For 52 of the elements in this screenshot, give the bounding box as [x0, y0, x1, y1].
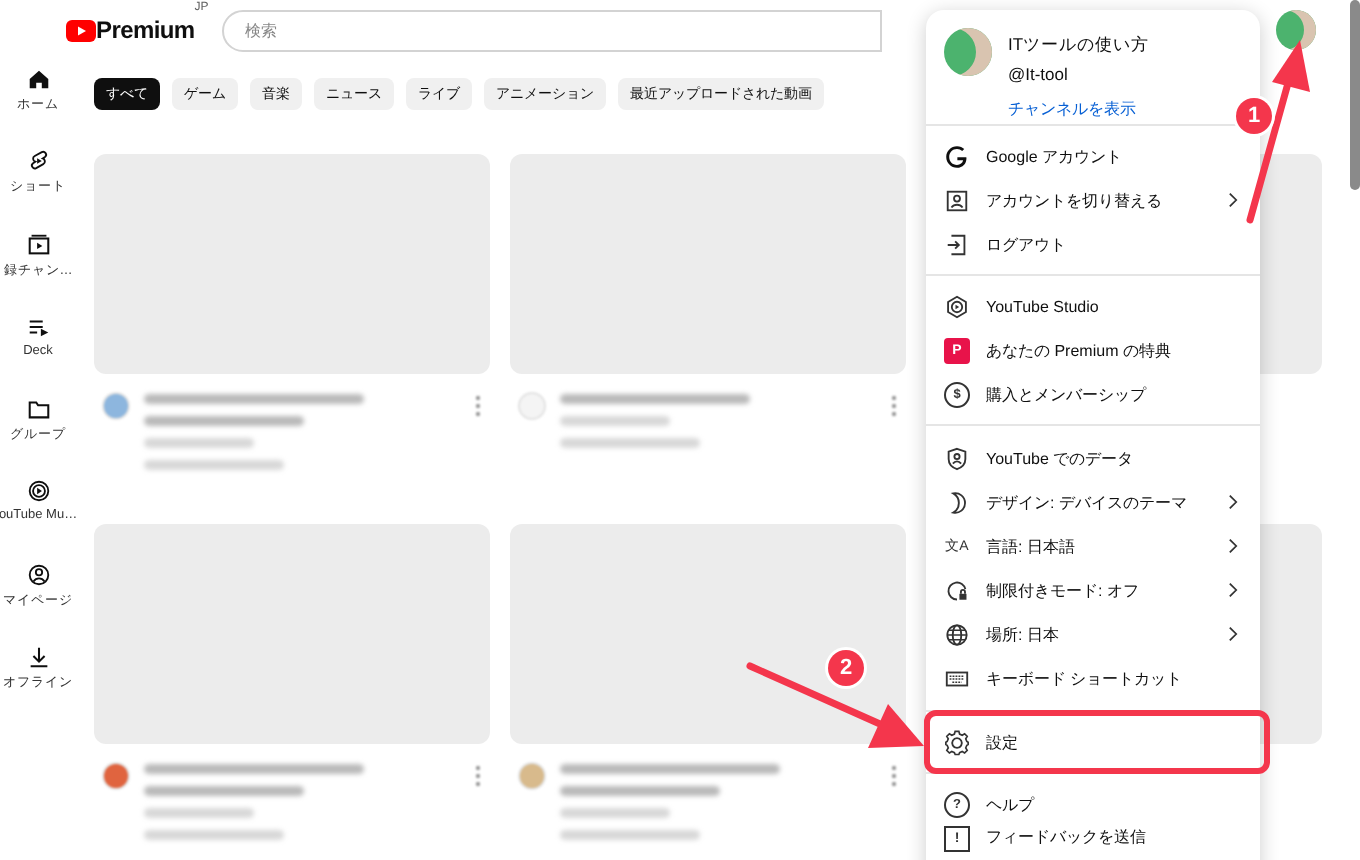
- avatar[interactable]: [944, 28, 992, 76]
- logo-text[interactable]: Premium: [96, 16, 195, 44]
- google-icon: [944, 143, 970, 169]
- more-icon[interactable]: [474, 764, 482, 788]
- music-icon: [25, 478, 51, 505]
- more-icon[interactable]: [474, 394, 482, 418]
- menu-item[interactable]: ログアウト: [926, 222, 1260, 266]
- settings-icon: [944, 729, 970, 755]
- channel-avatar[interactable]: [104, 394, 128, 418]
- channel-name: ITツールの使い方: [1008, 34, 1150, 58]
- shorts-icon: [25, 148, 51, 175]
- menu-item[interactable]: アカウントを切り替える: [926, 178, 1260, 222]
- logout-icon: [944, 231, 970, 257]
- menu-item[interactable]: 制限付きモード: オフ: [926, 568, 1260, 612]
- blurred-text: [560, 808, 670, 818]
- menu-item[interactable]: Google アカウント: [926, 134, 1260, 178]
- blurred-text: [144, 830, 284, 840]
- blurred-text: [560, 438, 700, 448]
- blurred-text: [560, 830, 700, 840]
- restricted-icon: [944, 577, 970, 603]
- account-icon: [944, 187, 970, 213]
- subscriptions-icon: [25, 231, 51, 258]
- scrollbar[interactable]: [1350, 0, 1360, 190]
- menu-item[interactable]: 設定: [934, 720, 1260, 764]
- home-icon: [25, 66, 51, 92]
- studio-icon: [944, 293, 970, 319]
- user-icon: [25, 561, 51, 588]
- menu-item[interactable]: YouTube でのデータ: [926, 436, 1260, 480]
- blurred-text: [144, 460, 284, 470]
- blurred-text: [144, 808, 254, 818]
- channel-avatar[interactable]: [520, 764, 544, 788]
- globe-icon: [944, 621, 970, 647]
- more-icon[interactable]: [890, 394, 898, 418]
- step-badge: 2: [828, 650, 864, 686]
- folder-icon: [25, 396, 51, 423]
- logo-icon[interactable]: [66, 19, 96, 41]
- menu-item[interactable]: キーボード ショートカット: [926, 656, 1260, 700]
- channel-avatar[interactable]: [104, 764, 128, 788]
- step-badge: 1: [1236, 98, 1272, 134]
- menu-item[interactable]: デザイン: デバイスのテーマ: [926, 480, 1260, 524]
- video-thumbnail[interactable]: [510, 524, 906, 744]
- menu-item[interactable]: 場所: 日本: [926, 612, 1260, 656]
- menu-item[interactable]: YouTube Studio: [926, 284, 1260, 328]
- view-channel-link[interactable]: チャンネルを表示: [1008, 98, 1150, 120]
- avatar[interactable]: [1276, 10, 1316, 50]
- blurred-text: [144, 438, 254, 448]
- search-field[interactable]: 検索: [222, 9, 883, 51]
- channel-handle: @It-tool: [1008, 64, 1070, 84]
- blurred-text: [560, 416, 670, 426]
- more-icon[interactable]: [890, 764, 898, 788]
- shield-icon: [944, 445, 970, 471]
- download-icon: [25, 644, 51, 671]
